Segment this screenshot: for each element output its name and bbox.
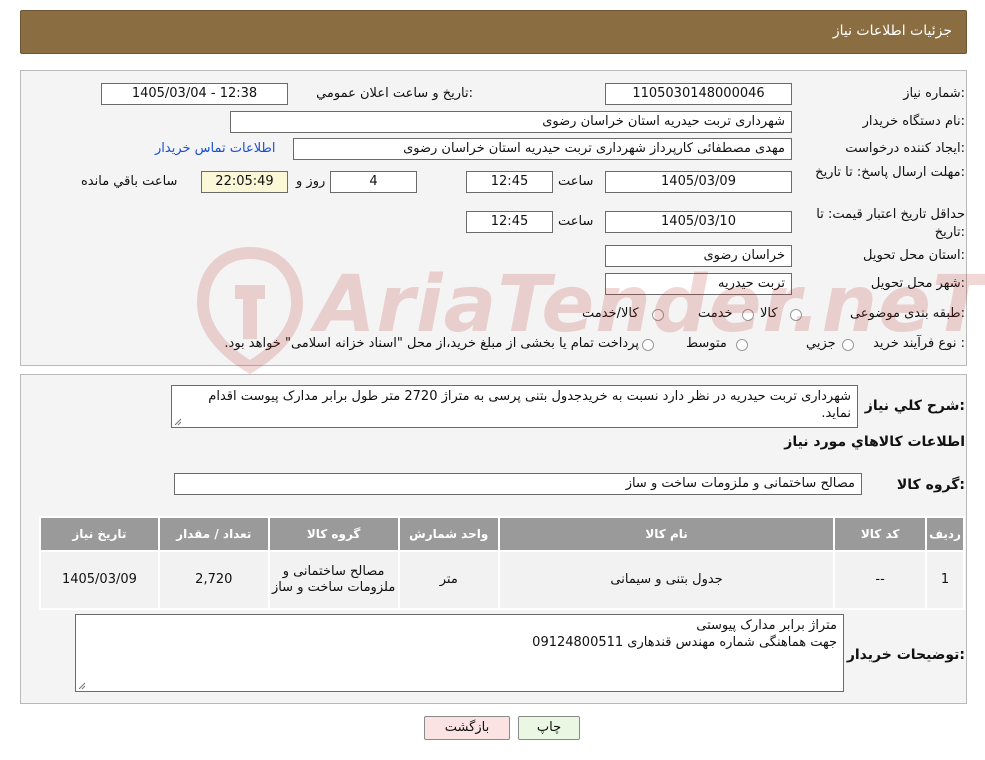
- col-unit: واحد شمارش: [397, 516, 500, 552]
- buyer-contact-link[interactable]: اطلاعات تماس خريدار: [155, 141, 275, 156]
- summary-text: شهرداری تربت حیدریه در نظر دارد نسبت به …: [208, 389, 851, 421]
- col-qty: تعداد / مقدار: [157, 516, 270, 552]
- creator-label: ايجاد کننده درخواست:: [845, 141, 965, 156]
- category-label: طبقه بندی موضوعی:: [849, 306, 965, 321]
- notes-line-2: جهت هماهنگی شماره مهندس قندهاری 09124800…: [532, 635, 837, 650]
- col-name: نام کالا: [497, 516, 836, 552]
- notes-label: توضيحات خريدار:: [846, 647, 965, 663]
- deadline-time-field: 12:45: [466, 171, 553, 193]
- cell-unit: متر: [397, 550, 500, 610]
- city-field: تربت حیدریه: [605, 273, 792, 295]
- notes-line-1: متراژ برابر مدارک پیوستی: [696, 618, 837, 633]
- category-radio-goods[interactable]: [790, 309, 802, 321]
- notes-textarea[interactable]: متراژ برابر مدارک پیوستی جهت هماهنگی شما…: [75, 614, 844, 692]
- col-date: تاريخ نياز: [39, 516, 160, 552]
- cell-group: مصالح ساختمانی و ملزومات ساخت و ساز: [267, 550, 400, 610]
- category-goods-service-label: کالا/خدمت: [582, 306, 639, 321]
- resize-grip-icon[interactable]: [174, 418, 182, 426]
- category-radio-service[interactable]: [742, 309, 754, 321]
- cell-date: 1405/03/09: [39, 550, 160, 610]
- announce-label: تاریخ و ساعت اعلان عمومي:: [316, 86, 473, 101]
- province-field: خراسان رضوی: [605, 245, 792, 267]
- city-label: شهر محل تحويل:: [870, 276, 965, 291]
- summary-textarea[interactable]: شهرداری تربت حیدریه در نظر دارد نسبت به …: [171, 385, 858, 428]
- deadline-time-label: ساعت: [558, 174, 594, 189]
- page-header: جزئیات اطلاعات نیاز: [20, 10, 967, 54]
- announce-field: 1405/03/04 - 12:38: [101, 83, 288, 105]
- table-header-row: رديف کد کالا نام کالا واحد شمارش گروه کا…: [39, 516, 965, 552]
- process-label: نوع فرآيند خريد :: [873, 336, 965, 351]
- validity-date-field: 1405/03/10: [605, 211, 792, 233]
- cell-qty: 2,720: [157, 550, 270, 610]
- creator-field: مهدی مصطفائی کارپرداز شهرداری تربت حیدری…: [293, 138, 792, 160]
- category-radio-goods-service[interactable]: [652, 309, 664, 321]
- col-code: کد کالا: [833, 516, 928, 552]
- page-title: جزئیات اطلاعات نیاز: [832, 23, 952, 39]
- process-note: پرداخت تمام یا بخشی از مبلغ خرید،از محل …: [224, 336, 639, 351]
- category-service-label: خدمت: [698, 306, 733, 321]
- items-table: رديف کد کالا نام کالا واحد شمارش گروه کا…: [39, 516, 965, 610]
- days-label: روز و: [296, 174, 326, 189]
- resize-grip-icon[interactable]: [78, 682, 86, 690]
- remaining-time-field: 22:05:49: [201, 171, 288, 193]
- need-number-field: 1105030148000046: [605, 83, 792, 105]
- need-number-label: شماره نیاز:: [903, 86, 965, 101]
- category-goods-label: کالا: [760, 306, 778, 321]
- validity-time-field: 12:45: [466, 211, 553, 233]
- days-field: 4: [330, 171, 417, 193]
- process-radio-minor[interactable]: [842, 339, 854, 351]
- deadline-date-field: 1405/03/09: [605, 171, 792, 193]
- remaining-label: ساعت باقي مانده: [81, 174, 178, 189]
- cell-row: 1: [925, 550, 965, 610]
- goods-group-field: مصالح ساختمانی و ملزومات ساخت و ساز: [174, 473, 862, 495]
- buyer-org-label: نام دستگاه خريدار:: [862, 114, 965, 129]
- validity-time-label: ساعت: [558, 214, 594, 229]
- table-row: 1 -- جدول بتنی و سیمانی متر مصالح ساختما…: [39, 550, 965, 610]
- process-radio-treasury[interactable]: [642, 339, 654, 351]
- validity-label: حداقل تاريخ اعتبار قيمت: تا تاریخ:: [816, 207, 965, 240]
- summary-label: شرح كلي نياز:: [864, 398, 965, 414]
- process-radio-medium[interactable]: [736, 339, 748, 351]
- province-label: استان محل تحويل:: [863, 248, 965, 263]
- buyer-org-field: شهرداری تربت حیدریه استان خراسان رضوی: [230, 111, 792, 133]
- process-medium-label: متوسط: [686, 336, 727, 351]
- goods-group-label: گروه کالا:: [896, 477, 965, 493]
- deadline-label: مهلت ارسال پاسخ: تا تاریخ:: [815, 165, 965, 180]
- print-button[interactable]: چاپ: [518, 716, 580, 740]
- col-row: رديف: [925, 516, 965, 552]
- goods-info-title: اطلاعات کالاهاي مورد نياز: [784, 434, 965, 450]
- cell-name: جدول بتنی و سیمانی: [497, 550, 836, 610]
- cell-code: --: [833, 550, 928, 610]
- back-button[interactable]: بازگشت: [424, 716, 510, 740]
- process-minor-label: جزيي: [806, 336, 836, 351]
- col-group: گروه کالا: [267, 516, 400, 552]
